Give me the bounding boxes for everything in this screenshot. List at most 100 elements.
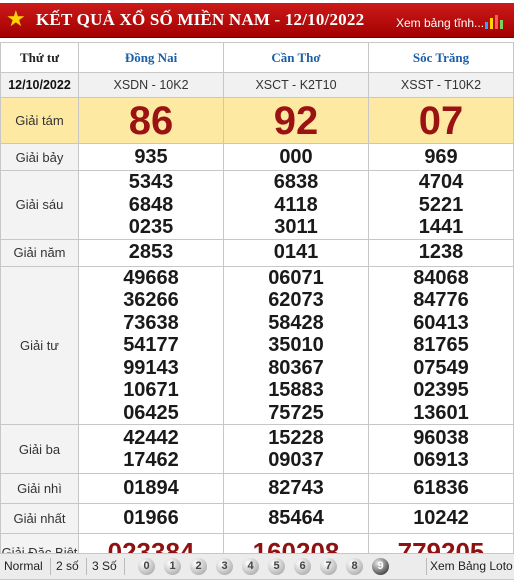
winning-number: 06071 [268,266,324,289]
winning-number: 62073 [268,289,324,311]
prize-cell: 5343 6848 0235 [78,170,224,240]
prize-label: Giải tư [0,265,79,425]
winning-number: 2853 [128,241,174,264]
draw-code: XSCT - K2T10 [223,72,369,98]
winning-number: 01966 [123,507,179,530]
prize-label: Giải nhì [0,473,79,504]
winning-number: 92 [273,98,319,143]
winning-number: 15883 [268,379,324,401]
winning-number: 5221 [418,193,464,216]
toolbar-divider [426,558,427,575]
prize-cell: 49668 36266 73638 54177 99143 10671 06425 [78,265,224,425]
winning-number: 84068 [413,266,469,289]
prize-cell: 10242 [368,503,514,534]
province-name[interactable]: Đồng Nai [78,42,224,73]
digit-ball-9[interactable]: 9 [372,558,389,575]
prize-cell: 82743 [223,473,369,504]
draw-date-cell: 12/10/2022 [0,72,79,98]
results-header: ★ KẾT QUẢ XỔ SỐ MIỀN NAM - 12/10/2022 Xe… [0,3,514,38]
winning-number: 01894 [123,477,179,500]
prize-cell: 0141 [223,238,369,267]
winning-number: 3011 [274,216,318,238]
toolbar-divider [50,558,51,575]
digit-ball-5[interactable]: 5 [268,558,285,575]
bar-chart-icon[interactable] [484,13,504,29]
winning-number: 84776 [413,289,469,311]
prize-row-g7: Giải bảy 935 000 969 [0,143,514,171]
winning-number: 5343 [128,171,174,193]
winning-number: 10242 [413,507,469,530]
prize-cell: 4704 5221 1441 [368,170,514,240]
prize-label: Giải ba [0,424,79,474]
prize-label: Giải tám [0,97,79,144]
prize-label: Giải sáu [0,170,79,240]
winning-number: 1238 [418,241,464,264]
digit-ball-2[interactable]: 2 [190,558,207,575]
prize-cell: 969 [368,143,514,171]
draw-code: XSDN - 10K2 [78,72,224,98]
star-icon: ★ [6,7,26,32]
winning-number: 10671 [123,379,179,401]
winning-number: 85464 [268,507,324,530]
winning-number: 15228 [268,426,324,449]
digit-mode-option[interactable]: Normal [4,559,43,573]
results-title: KẾT QUẢ XỔ SỐ MIỀN NAM - 12/10/2022 [36,10,365,29]
prize-cell: 85464 [223,503,369,534]
digit-ball-8[interactable]: 8 [346,558,363,575]
prize-row-g4: Giải tư 49668 36266 73638 54177 99143 10671 064… [0,265,514,425]
province-name[interactable]: Cần Thơ [223,42,369,73]
province-name[interactable]: Sóc Trăng [368,42,514,73]
winning-number: 99143 [123,356,179,379]
prize-cell: 84068 84776 60413 81765 07549 02395 13601 [368,265,514,425]
prize-label: Giải bảy [0,143,79,171]
digit-ball-7[interactable]: 7 [320,558,337,575]
prize-cell: 01966 [78,503,224,534]
toolbar-divider [86,558,87,575]
winning-number: 82743 [268,477,324,500]
winning-number: 75725 [268,401,324,424]
digit-ball-0[interactable]: 0 [138,558,155,575]
toolbar-divider [124,558,125,575]
winning-number: 0141 [273,241,319,264]
prize-cell: 15228 09037 [223,424,369,474]
static-table-link[interactable]: Xem bảng tĩnh... [396,16,484,30]
lottery-widget: ★ KẾT QUẢ XỔ SỐ MIỀN NAM - 12/10/2022 Xe… [0,0,514,584]
prize-row-g6: Giải sáu 5343 6848 0235 6838 4118 3011 4704 5221… [0,170,514,240]
prize-row-g3: Giải ba 42442 17462 15228 09037 96038 06913 [0,424,514,474]
prize-cell: 07 [368,97,514,144]
winning-number: 36266 [123,289,179,311]
prize-cell: 935 [78,143,224,171]
winning-number: 935 [134,145,168,168]
winning-number: 80367 [268,356,324,379]
prize-row-g2: Giải nhì 01894 82743 61836 [0,473,514,504]
winning-number: 86 [128,98,174,143]
digit-ball-1[interactable]: 1 [164,558,181,575]
winning-number: 07549 [413,356,469,379]
weekday-cell: Thứ tư [0,42,79,73]
digit-mode-option[interactable]: 2 số [56,559,79,573]
winning-number: 35010 [268,334,324,356]
prize-cell: 96038 06913 [368,424,514,474]
winning-number: 96038 [413,426,469,449]
prize-cell: 42442 17462 [78,424,224,474]
winning-number: 13601 [413,401,469,424]
prize-cell: 01894 [78,473,224,504]
digit-ball-4[interactable]: 4 [242,558,259,575]
winning-number: 49668 [123,266,179,289]
prize-cell: 1238 [368,238,514,267]
number-filter-toolbar: Normal 2 số 3 Số 0 1 2 3 4 5 6 7 8 9 Xem Bảng Loto [0,553,514,580]
digit-ball-3[interactable]: 3 [216,558,233,575]
digit-mode-option[interactable]: 3 Số [92,559,117,573]
digit-ball-6[interactable]: 6 [294,558,311,575]
winning-number: 09037 [268,449,324,471]
winning-number: 1441 [418,216,464,238]
prize-label: Giải nhất [0,503,79,534]
prize-cell: 2853 [78,238,224,267]
loto-table-link[interactable]: Xem Bảng Loto [430,559,513,573]
province-header-row: Thứ tư Đồng Nai Cần Thơ Sóc Trăng [0,42,514,73]
winning-number: 06913 [413,449,469,471]
prize-cell: 06071 62073 58428 35010 80367 15883 75725 [223,265,369,425]
prize-cell: 000 [223,143,369,171]
winning-number: 02395 [413,379,469,401]
results-table: Thứ tư Đồng Nai Cần Thơ Sóc Trăng 12/10/2022… [0,42,514,571]
